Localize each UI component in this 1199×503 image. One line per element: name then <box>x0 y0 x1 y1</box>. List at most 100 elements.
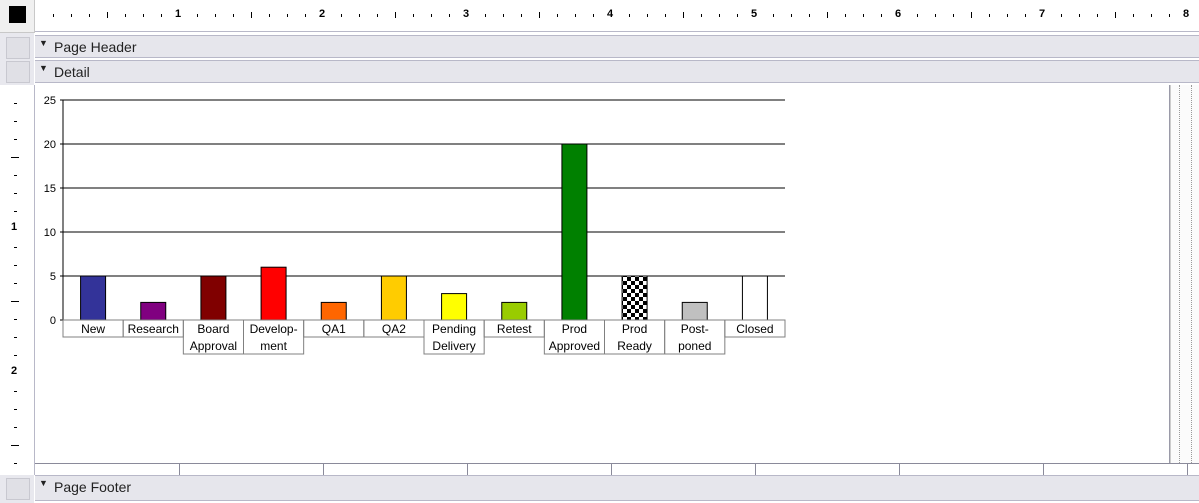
ruler-tick <box>971 12 972 18</box>
section-arrow-icon: ▼ <box>39 478 48 488</box>
page-footer-selector[interactable] <box>6 478 30 500</box>
ruler-tick <box>575 13 576 17</box>
bar[interactable] <box>320 301 347 321</box>
ruler-tick <box>13 337 17 338</box>
ruler-tick <box>1133 13 1134 17</box>
ruler-tick <box>395 12 396 18</box>
ruler-tick <box>13 247 17 248</box>
bar-chart[interactable]: 0 5 10 15 20 25 New Research Board Approval Develo… <box>35 85 795 365</box>
ruler-tick <box>557 13 558 17</box>
ruler-tick <box>341 13 342 17</box>
ruler-tick <box>683 12 684 18</box>
ruler-tick <box>161 13 162 17</box>
ruler-tick <box>593 13 594 17</box>
ruler-tick <box>1115 12 1116 18</box>
bar[interactable] <box>561 143 588 321</box>
ruler-tick <box>1025 13 1026 17</box>
y-tick-label: 20 <box>44 139 56 151</box>
y-tick-label: 0 <box>50 315 56 327</box>
ruler-tick <box>13 283 17 284</box>
ruler-tick <box>107 12 108 18</box>
ruler-number: 2 <box>319 8 326 20</box>
ruler-tick <box>11 301 19 302</box>
ruler-tick <box>251 12 252 18</box>
bar[interactable] <box>681 301 708 321</box>
bar[interactable] <box>501 301 528 321</box>
page-header-label: Page Header <box>54 39 137 55</box>
page-header-selector[interactable] <box>6 37 30 59</box>
ruler-tick <box>71 13 72 17</box>
category-label: Pending <box>432 322 476 336</box>
category-label: ment <box>260 339 287 353</box>
horizontal-ruler[interactable]: 1 2 3 4 5 6 7 8 <box>35 0 1199 32</box>
bar[interactable] <box>200 275 227 321</box>
ruler-tick <box>53 13 54 17</box>
ruler-tick <box>539 12 540 18</box>
ruler-number: 6 <box>895 8 902 20</box>
detail-bar[interactable]: ▼ Detail <box>35 60 1199 83</box>
ruler-tick <box>935 13 936 17</box>
ruler-tick <box>377 13 378 17</box>
category-label: Develop- <box>250 322 298 336</box>
ruler-tick <box>13 211 17 212</box>
category-label: Board <box>197 322 229 336</box>
ruler-tick <box>233 13 234 17</box>
select-report-box[interactable] <box>9 6 26 23</box>
ruler-tick <box>287 13 288 17</box>
ruler-tick <box>665 13 666 17</box>
page-header-bar[interactable]: ▼ Page Header <box>35 35 1199 58</box>
bar[interactable] <box>380 275 407 321</box>
y-tick-label: 15 <box>44 183 56 195</box>
ruler-number: 3 <box>463 8 470 20</box>
ruler-tick <box>647 13 648 17</box>
ruler-number: 4 <box>607 8 614 20</box>
bar[interactable] <box>260 266 287 321</box>
ruler-tick <box>11 157 19 158</box>
ruler-tick <box>863 13 864 17</box>
category-label: Ready <box>617 339 652 353</box>
detail-right-margin <box>1170 85 1199 463</box>
category-label: QA2 <box>382 322 406 336</box>
ruler-number: 1 <box>11 221 18 233</box>
detail-selector[interactable] <box>6 61 30 83</box>
category-label: Prod <box>562 322 587 336</box>
ruler-tick <box>13 355 17 356</box>
grid-dots <box>1179 85 1180 463</box>
ruler-tick <box>521 13 522 17</box>
ruler-tick <box>89 13 90 17</box>
ruler-tick <box>143 13 144 17</box>
category-label: Post- <box>681 322 709 336</box>
ruler-tick <box>845 13 846 17</box>
ruler-tick <box>13 175 17 176</box>
ruler-number: 8 <box>1183 8 1190 20</box>
ruler-tick <box>1079 13 1080 17</box>
bar[interactable] <box>621 275 648 321</box>
bar[interactable] <box>741 275 768 321</box>
y-tick-label: 25 <box>44 95 56 107</box>
vertical-ruler[interactable]: 12 <box>0 85 35 475</box>
bar[interactable] <box>140 301 167 321</box>
category-label: Approved <box>549 339 600 353</box>
bar[interactable] <box>80 275 107 321</box>
ruler-tick <box>791 13 792 17</box>
page-footer-bar[interactable]: ▼ Page Footer <box>35 475 1199 501</box>
ruler-tick <box>629 13 630 17</box>
ruler-tick <box>1169 13 1170 17</box>
page-footer-label: Page Footer <box>54 479 132 495</box>
ruler-tick <box>215 13 216 17</box>
y-tick-label: 10 <box>44 227 56 239</box>
ruler-number: 7 <box>1039 8 1046 20</box>
ruler-tick <box>1151 13 1152 17</box>
ruler-number: 2 <box>11 365 18 377</box>
section-arrow-icon: ▼ <box>39 63 48 73</box>
ruler-tick <box>737 13 738 17</box>
category-label: Research <box>128 322 179 336</box>
ruler-tick <box>305 13 306 17</box>
category-label: QA1 <box>322 322 346 336</box>
bar[interactable] <box>441 293 468 321</box>
grid-dots <box>1191 85 1192 463</box>
ruler-tick <box>827 12 828 18</box>
ruler-tick <box>701 13 702 17</box>
ruler-tick <box>503 13 504 17</box>
ruler-tick <box>13 319 17 320</box>
